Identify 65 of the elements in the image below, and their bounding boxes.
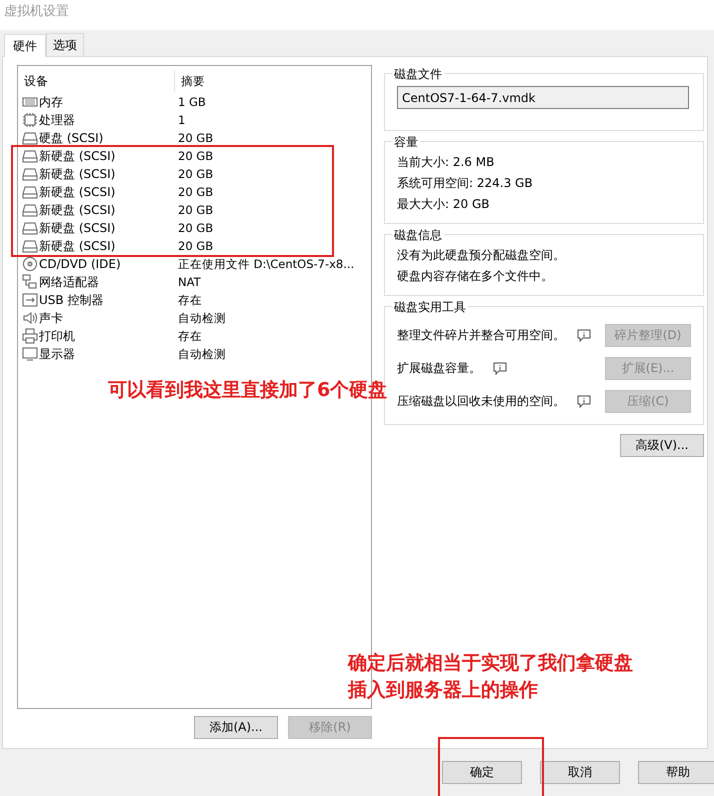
device-summary: 20 GB [177,131,214,145]
disc-icon [22,256,38,272]
tab[interactable]: 硬件 [4,34,46,57]
button[interactable]: 添加(A)... [194,716,278,739]
button[interactable]: 帮助 [638,761,714,784]
usb-icon [22,292,38,308]
device-name[interactable]: USB 控制器 [39,292,104,308]
device-name[interactable]: 新硬盘 (SCSI) [39,148,116,164]
device-summary: 20 GB [177,239,214,253]
device-summary: 1 GB [177,95,207,109]
column-header[interactable]: 摘要 [175,70,367,92]
device-summary: 1 [177,113,186,127]
group-title: 磁盘文件 [392,66,444,83]
column-header[interactable]: 设备 [22,70,175,92]
device-summary: 存在 [177,328,203,344]
device-name[interactable]: 硬盘 (SCSI) [39,130,104,146]
device-name[interactable]: 网络适配器 [39,274,99,290]
printer-icon [22,328,38,344]
utility-text: 整理文件碎片并整合可用空间。 [397,327,565,344]
info-text: 硬盘内容存储在多个文件中。 [397,268,554,285]
button[interactable]: 确定 [442,761,522,784]
button[interactable]: 高级(V)... [620,434,704,457]
device-name[interactable]: 声卡 [39,310,63,326]
device-name[interactable]: 打印机 [39,328,75,344]
device-summary: 自动检测 [177,310,227,326]
device-summary: 20 GB [177,221,214,235]
group-title: 磁盘信息 [392,227,444,244]
device-name[interactable]: 显示器 [39,346,75,362]
device-name[interactable]: 新硬盘 (SCSI) [39,184,116,200]
info-text: 最大大小: 20 GB [397,196,490,213]
device-name[interactable]: CD/DVD (IDE) [39,257,121,271]
monitor-icon [22,346,38,362]
window-title: 虚拟机设置 [0,0,714,30]
device-summary: 存在 [177,292,203,308]
info-text: 当前大小: 2.6 MB [397,154,496,171]
device-name[interactable]: 新硬盘 (SCSI) [39,166,116,182]
annotation-text: 插入到服务器上的操作 [348,678,539,703]
device-summary: 20 GB [177,203,214,217]
device-summary: 20 GB [177,149,214,163]
device-name[interactable]: 新硬盘 (SCSI) [39,238,116,254]
annotation-text: 可以看到我这里直接加了6个硬盘 [108,378,388,403]
speaker-icon [22,310,38,326]
info-text: 没有为此硬盘预分配磁盘空间。 [397,247,566,264]
device-summary: NAT [177,275,202,289]
device-summary: 自动检测 [177,346,227,362]
utility-text: 压缩磁盘以回收未使用的空间。 [397,393,565,410]
annotation-text: 确定后就相当于实现了我们拿硬盘 [348,651,633,676]
utility-text: 扩展磁盘容量。 [397,360,481,377]
device-name[interactable]: 处理器 [39,112,75,128]
button[interactable]: 取消 [540,761,620,784]
info-icon [577,329,591,342]
tab[interactable]: 选项 [46,33,84,56]
group-title: 磁盘实用工具 [392,299,468,316]
file-field[interactable]: CentOS7-1-64-7.vmdk [397,86,689,109]
device-name[interactable]: 新硬盘 (SCSI) [39,202,116,218]
device-summary: 20 GB [177,185,214,199]
device-name[interactable]: 新硬盘 (SCSI) [39,220,116,236]
info-icon [577,395,591,408]
device-summary: 20 GB [177,167,214,181]
device-name[interactable]: 内存 [39,94,63,110]
info-icon [493,362,507,375]
network-icon [22,274,38,290]
info-text: 系统可用空间: 224.3 GB [397,175,534,192]
device-summary: 正在使用文件 D:\CentOS-7-x8... [177,256,356,272]
chip-icon [22,112,38,128]
